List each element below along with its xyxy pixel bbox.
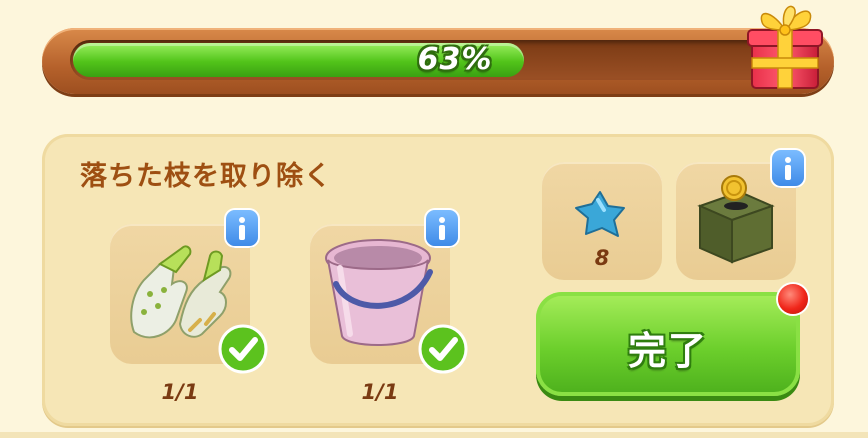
info-icon[interactable] bbox=[426, 210, 458, 246]
item-count-bucket: 1/1 bbox=[361, 380, 399, 404]
bottom-strip bbox=[0, 432, 868, 438]
info-icon[interactable] bbox=[226, 210, 258, 246]
check-icon bbox=[418, 324, 468, 374]
task-panel: 落ちた枝を取り除く 1/1 1/1 8 完了 bbox=[42, 134, 834, 426]
notification-dot-icon bbox=[778, 284, 808, 314]
item-count-gloves: 1/1 bbox=[161, 380, 199, 404]
complete-button[interactable]: 完了 bbox=[536, 292, 800, 396]
complete-button-label: 完了 bbox=[627, 329, 708, 373]
progress-percent: 63% bbox=[417, 42, 493, 77]
task-title: 落ちた枝を取り除く bbox=[80, 161, 332, 192]
gift-box-icon[interactable] bbox=[744, 0, 828, 94]
info-icon[interactable] bbox=[772, 150, 804, 186]
reward-count-star: 8 bbox=[594, 246, 610, 270]
check-icon bbox=[218, 324, 268, 374]
progress-bar: 63% bbox=[42, 28, 834, 94]
